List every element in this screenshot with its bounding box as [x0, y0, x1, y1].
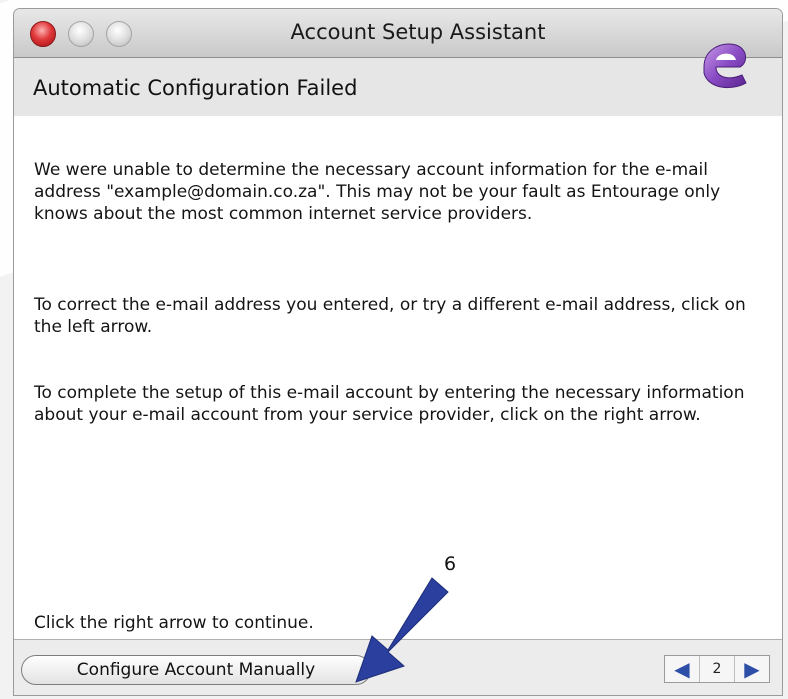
failure-explanation-text: We were unable to determine the necessar… [34, 160, 721, 224]
page-title: Automatic Configuration Failed [33, 76, 358, 100]
annotation-number: 6 [444, 553, 457, 575]
footer-bar: Configure Account Manually ◀ 2 ▶ [14, 640, 782, 695]
window-title: Account Setup Assistant [290, 20, 546, 44]
entourage-logo-icon [703, 43, 747, 89]
title-bar: Account Setup Assistant [14, 9, 782, 58]
content-area: We were unable to determine the necessar… [14, 116, 782, 640]
page-header: Automatic Configuration Failed [14, 58, 782, 117]
left-arrow-instruction-text: To correct the e-mail address you entere… [34, 295, 746, 337]
configure-account-manually-button[interactable]: Configure Account Manually [21, 655, 371, 685]
right-arrow-instruction-text: To complete the setup of this e-mail acc… [34, 383, 745, 425]
setup-assistant-window: Account Setup Assistant Automatic Config… [13, 8, 783, 696]
page-number: 2 [699, 656, 735, 682]
right-arrow-icon[interactable]: ▶ [735, 656, 769, 682]
page-navigator: ◀ 2 ▶ [664, 655, 770, 683]
left-arrow-icon[interactable]: ◀ [665, 656, 699, 682]
continue-instruction-text: Click the right arrow to continue. [34, 613, 314, 633]
